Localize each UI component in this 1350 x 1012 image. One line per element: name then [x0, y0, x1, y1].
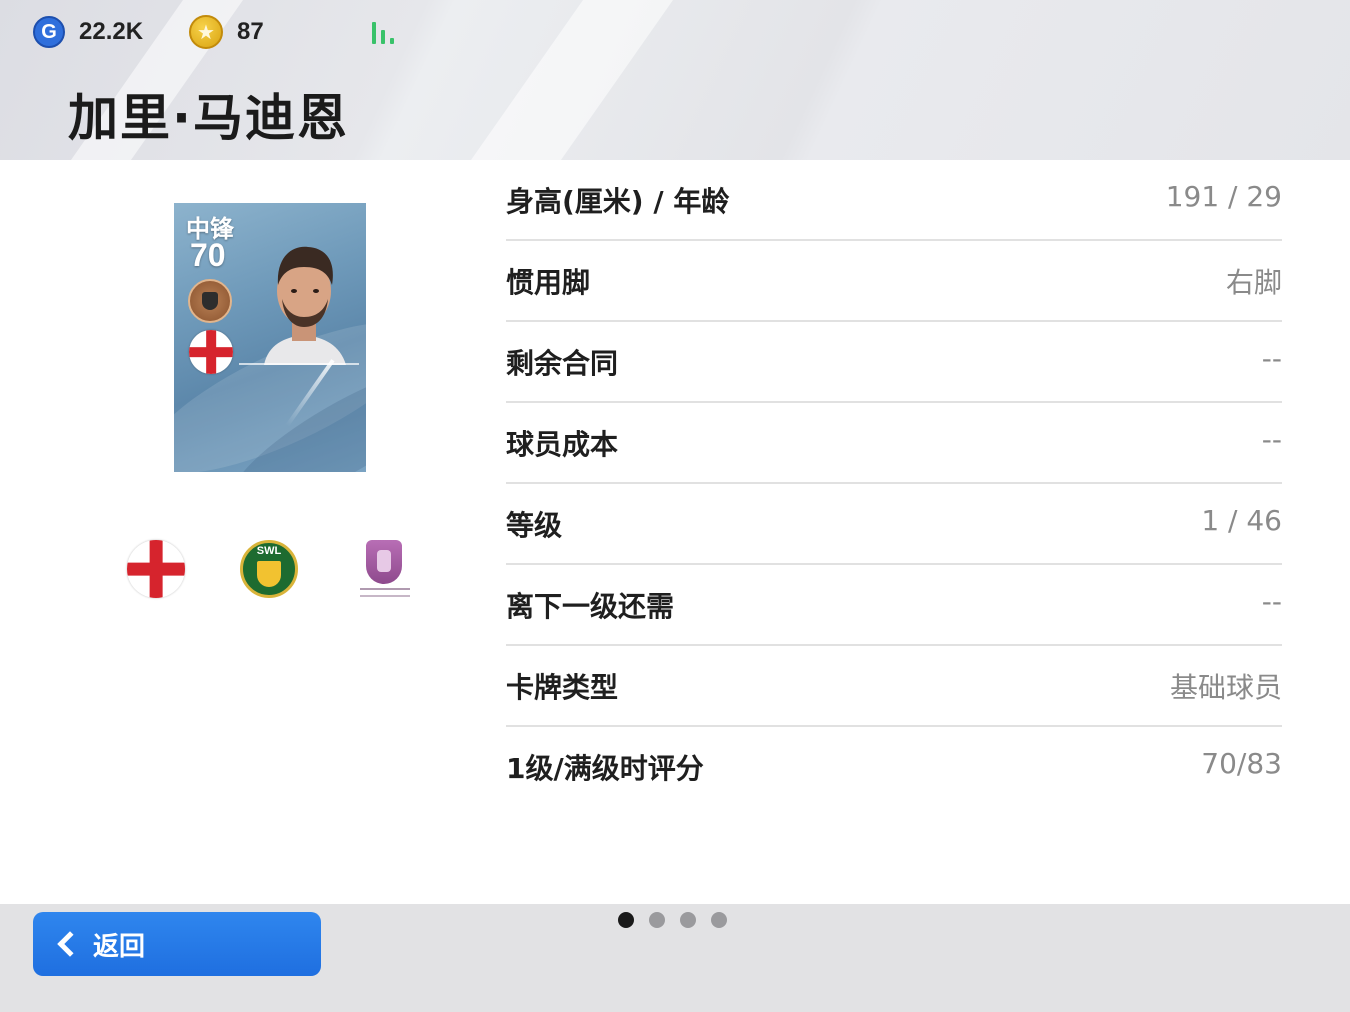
gp-coin-icon: G — [33, 16, 65, 48]
club-badge-icon[interactable]: SWL — [240, 540, 298, 598]
info-value: 右脚 — [1225, 266, 1282, 299]
player-card[interactable]: 中锋 70 — [174, 203, 366, 472]
page-dot-2[interactable] — [649, 912, 665, 928]
info-label: 剩余合同 — [506, 347, 619, 380]
info-value: 70/83 — [1201, 747, 1282, 780]
coin-amount: 87 — [237, 18, 264, 45]
card-medal-icon — [188, 279, 232, 323]
info-value: -- — [1261, 423, 1282, 456]
info-row-contract: 剩余合同 -- — [506, 322, 1282, 403]
info-value: -- — [1261, 585, 1282, 618]
back-button-label: 返回 — [93, 931, 146, 962]
star-coin-icon: ★ — [189, 15, 223, 49]
info-label: 卡牌类型 — [506, 671, 619, 704]
chevron-left-icon — [57, 931, 83, 957]
page-indicator — [618, 912, 727, 928]
page-dot-4[interactable] — [711, 912, 727, 928]
england-flag-icon[interactable] — [127, 540, 185, 598]
info-row-height-age: 身高(厘米) / 年龄 191 / 29 — [506, 160, 1282, 241]
info-value: 1 / 46 — [1201, 504, 1282, 537]
info-row-cost: 球员成本 -- — [506, 403, 1282, 484]
info-row-rating: 1级/满级时评分 70/83 — [506, 727, 1282, 806]
header-decor — [428, 0, 702, 160]
player-info-table: 身高(厘米) / 年龄 191 / 29 惯用脚 右脚 剩余合同 -- 球员成本… — [506, 160, 1282, 806]
info-row-card-type: 卡牌类型 基础球员 — [506, 646, 1282, 727]
info-row-foot: 惯用脚 右脚 — [506, 241, 1282, 322]
info-label: 等级 — [506, 509, 563, 542]
info-row-next-level: 离下一级还需 -- — [506, 565, 1282, 646]
info-label: 球员成本 — [506, 428, 619, 461]
page-dot-3[interactable] — [680, 912, 696, 928]
card-flag-icon — [189, 330, 233, 374]
player-portrait — [264, 246, 346, 365]
gp-display[interactable]: G 22.2K — [33, 14, 143, 50]
info-label: 1级/满级时评分 — [506, 752, 704, 785]
header: G 22.2K ★ 87 加里·马迪恩 — [0, 0, 1350, 160]
info-value: -- — [1261, 342, 1282, 375]
club-badge-text: SWL — [256, 545, 282, 557]
back-button[interactable]: 返回 — [33, 912, 321, 976]
gp-amount: 22.2K — [79, 18, 144, 45]
signal-strength-icon — [372, 18, 402, 44]
info-value: 191 / 29 — [1165, 180, 1282, 213]
info-label: 惯用脚 — [506, 266, 591, 299]
card-decor — [239, 363, 359, 365]
coin-display[interactable]: ★ 87 — [189, 14, 264, 50]
footer-bar: 返回 — [0, 904, 1350, 1012]
info-value: 基础球员 — [1169, 671, 1282, 704]
page-title: 加里·马迪恩 — [68, 89, 349, 147]
page-dot-1[interactable] — [618, 912, 634, 928]
info-row-level: 等级 1 / 46 — [506, 484, 1282, 565]
league-badge-icon[interactable] — [360, 538, 410, 602]
card-rating: 70 — [190, 237, 226, 273]
info-label: 离下一级还需 — [506, 590, 675, 623]
info-label: 身高(厘米) / 年龄 — [506, 185, 730, 218]
